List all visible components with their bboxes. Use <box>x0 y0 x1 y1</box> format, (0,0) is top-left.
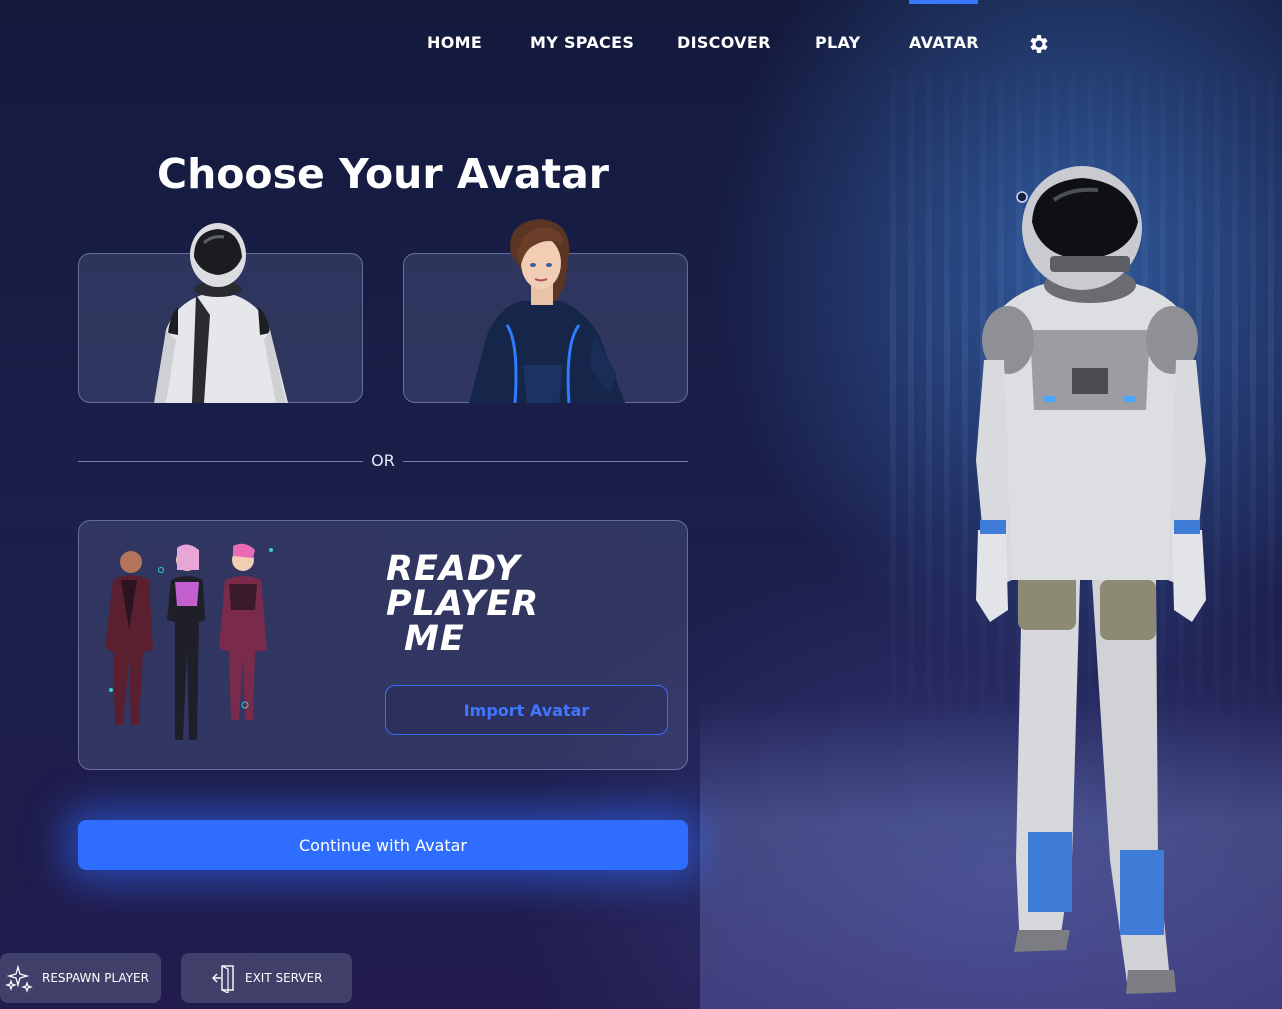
divider-or-label: OR <box>371 451 395 470</box>
respawn-player-button[interactable]: RESPAWN PLAYER <box>0 953 161 1003</box>
exit-server-button[interactable]: EXIT SERVER <box>181 953 352 1003</box>
ready-player-me-logo: READY PLAYER ME <box>386 549 540 659</box>
nav-discover[interactable]: DISCOVER <box>677 33 771 52</box>
page-title: Choose Your Avatar <box>156 150 610 198</box>
respawn-player-label: RESPAWN PLAYER <box>42 971 149 985</box>
nav-avatar[interactable]: AVATAR <box>909 33 979 52</box>
female-avatar-preview <box>403 215 688 403</box>
astronaut-avatar-preview <box>78 215 363 403</box>
rpm-characters-illustration <box>95 540 285 755</box>
nav-home[interactable]: HOME <box>427 33 482 52</box>
nav-play[interactable]: PLAY <box>815 33 861 52</box>
exit-server-label: EXIT SERVER <box>245 971 323 985</box>
import-avatar-button[interactable]: Import Avatar <box>385 685 668 735</box>
door-exit-icon <box>212 965 234 993</box>
sparkles-icon <box>5 964 33 993</box>
top-navigation: HOME MY SPACES DISCOVER PLAY AVATAR <box>0 0 1282 88</box>
gear-icon[interactable] <box>1027 32 1051 56</box>
divider-right <box>403 461 688 462</box>
selected-avatar-3d-preview <box>960 160 1220 1000</box>
active-tab-indicator <box>909 0 978 4</box>
nav-my-spaces[interactable]: MY SPACES <box>530 33 634 52</box>
continue-with-avatar-button[interactable]: Continue with Avatar <box>78 820 688 870</box>
divider-left <box>78 461 363 462</box>
